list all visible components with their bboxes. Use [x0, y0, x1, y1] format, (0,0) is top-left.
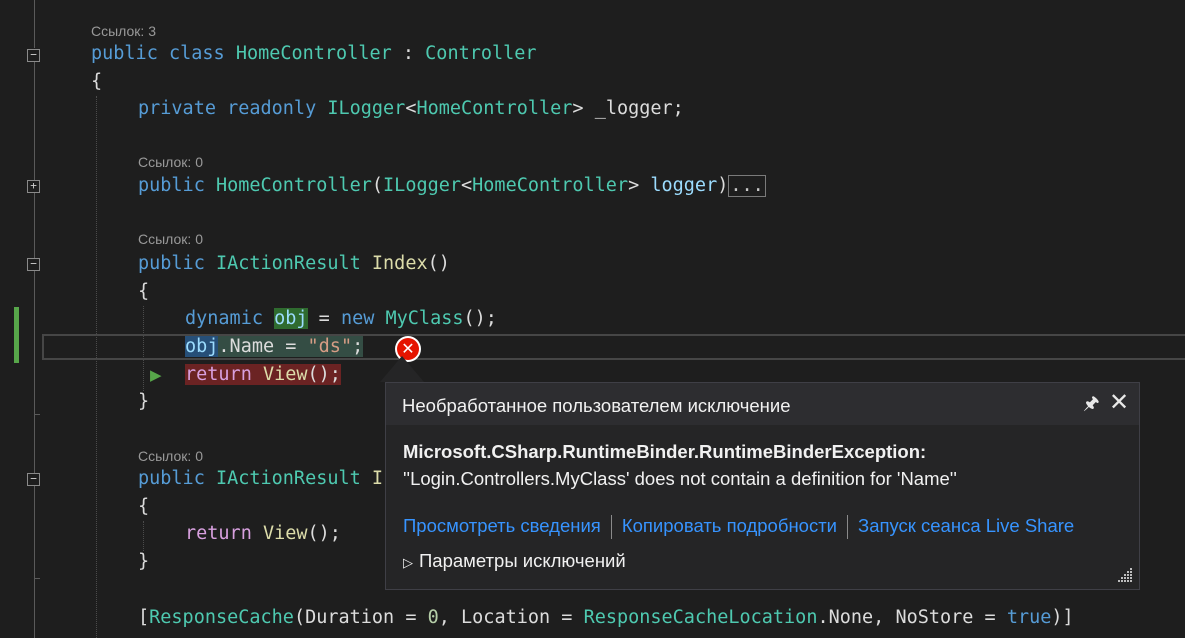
- code-line-index-method[interactable]: public IActionResult Index(): [138, 252, 450, 276]
- code-line-return-view[interactable]: return View();: [185, 522, 341, 546]
- exception-popup-pointer: [380, 356, 424, 382]
- code-line-class-declaration[interactable]: public class HomeController : Controller: [91, 42, 537, 66]
- exception-message: ''Login.Controllers.MyClass' does not co…: [403, 468, 957, 489]
- fold-collapse-method-button[interactable]: −: [27, 473, 40, 486]
- link-separator: [610, 515, 612, 540]
- code-line-dynamic-obj[interactable]: dynamic obj = new MyClass();: [185, 307, 497, 331]
- editor-gutter: − + − −: [0, 0, 80, 638]
- exception-popup-header: Необработанное пользователем исключение …: [386, 383, 1139, 425]
- close-icon[interactable]: ✕: [1109, 388, 1129, 416]
- fold-guide: [34, 0, 35, 48]
- code-line-close-brace[interactable]: }: [138, 390, 149, 414]
- pin-icon[interactable]: 🖈: [1083, 391, 1100, 421]
- codelens-method-references[interactable]: Ссылок: 0: [138, 448, 203, 464]
- code-line-open-brace[interactable]: {: [138, 280, 149, 304]
- start-live-share-link[interactable]: Запуск сеанса Live Share: [858, 515, 1074, 536]
- exception-actions: Просмотреть сведения Копировать подробнос…: [403, 515, 1074, 540]
- code-line-close-brace[interactable]: }: [138, 550, 149, 574]
- code-line-second-method[interactable]: public IActionResult I: [138, 467, 383, 491]
- indent-guide: [96, 96, 97, 638]
- code-line-open-brace[interactable]: {: [91, 70, 102, 94]
- fold-collapse-class-button[interactable]: −: [27, 49, 40, 62]
- exception-settings-toggle[interactable]: ▷ Параметры исключений: [403, 550, 626, 572]
- code-line-constructor[interactable]: public HomeController(ILogger<HomeContro…: [138, 174, 766, 198]
- exception-popup-title: Необработанное пользователем исключение: [402, 395, 791, 416]
- expand-triangle-icon: ▷: [403, 556, 413, 571]
- fold-end-tick: [34, 578, 40, 579]
- resize-grip-icon[interactable]: [1117, 567, 1133, 583]
- code-line-logger-field[interactable]: private readonly ILogger<HomeController>…: [138, 97, 684, 121]
- indent-guide: [143, 521, 144, 551]
- code-line-response-cache-attribute[interactable]: [ResponseCache(Duration = 0, Location = …: [138, 606, 1074, 630]
- code-line-assign-name[interactable]: obj.Name = "ds";: [185, 335, 364, 359]
- view-details-link[interactable]: Просмотреть сведения: [403, 515, 601, 536]
- exception-type: Microsoft.CSharp.RuntimeBinder.RuntimeBi…: [403, 441, 927, 462]
- code-line-return-view[interactable]: return View();: [185, 363, 341, 387]
- next-statement-arrow-icon[interactable]: ▶: [150, 366, 162, 384]
- codelens-class-references[interactable]: Ссылок: 3: [91, 23, 156, 39]
- exception-settings-label: Параметры исключений: [419, 550, 626, 571]
- copy-details-link[interactable]: Копировать подробности: [622, 515, 837, 536]
- codelens-index-references[interactable]: Ссылок: 0: [138, 231, 203, 247]
- fold-guide: [34, 62, 35, 638]
- collapsed-region-ellipsis[interactable]: ...: [728, 175, 766, 197]
- changed-lines-marker: [14, 307, 19, 363]
- exception-helper-popup: Необработанное пользователем исключение …: [385, 382, 1140, 590]
- fold-end-tick: [34, 414, 40, 415]
- fold-expand-ctor-button[interactable]: +: [27, 180, 40, 193]
- fold-collapse-index-button[interactable]: −: [27, 258, 40, 271]
- code-line-open-brace[interactable]: {: [138, 495, 149, 519]
- codelens-ctor-references[interactable]: Ссылок: 0: [138, 154, 203, 170]
- link-separator: [847, 515, 849, 540]
